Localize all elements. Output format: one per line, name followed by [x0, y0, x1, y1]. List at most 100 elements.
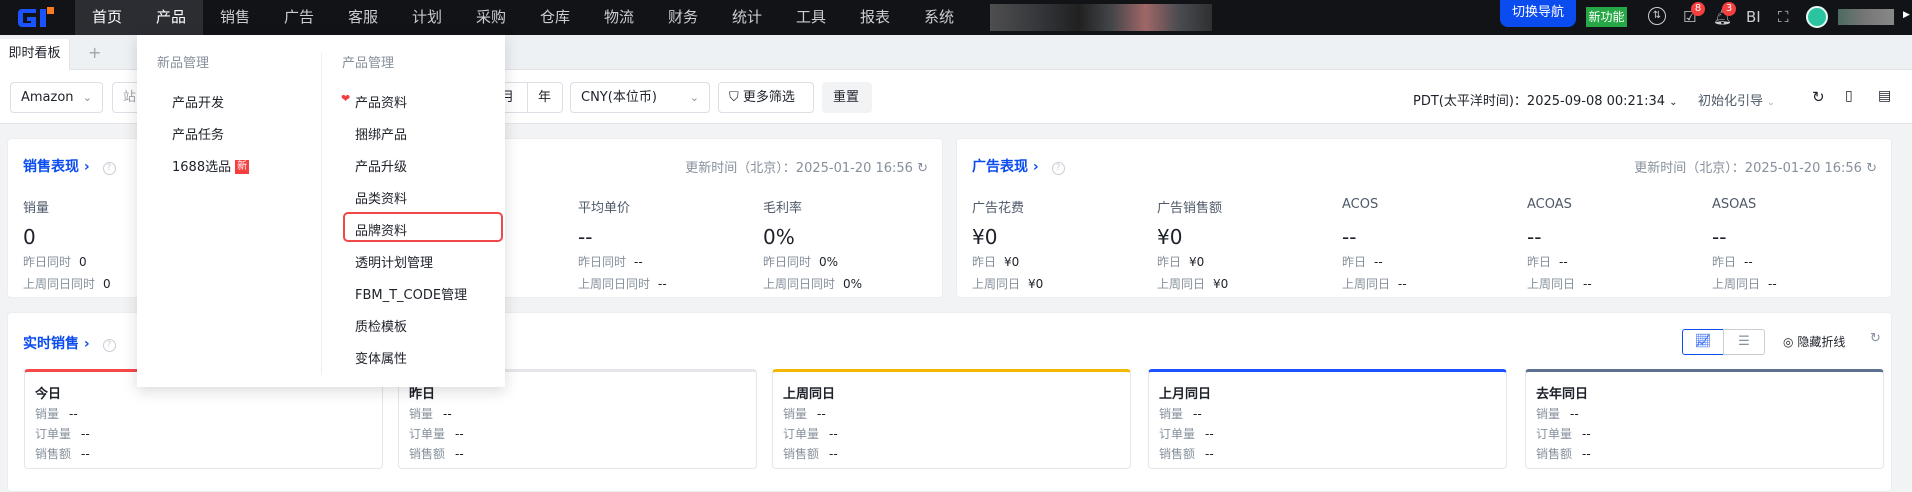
period-year-button[interactable]: 年 — [527, 82, 563, 113]
menu-item[interactable]: FBM_T_CODE管理 — [355, 284, 467, 303]
nav-item[interactable]: 财务 — [651, 0, 715, 35]
compare-value: -- — [1768, 277, 1777, 291]
layout-icon[interactable]: ▤ — [1878, 88, 1891, 104]
chevron-down-icon: ⌄ — [689, 91, 699, 104]
menu-item[interactable]: 变体属性 — [355, 348, 407, 367]
metric-compare-2: 上周同日 ¥0 — [972, 275, 1152, 295]
metric-value: ¥0 — [972, 225, 998, 249]
realtime-sales-title[interactable]: 实时销售 › ? — [23, 333, 116, 353]
menu-item[interactable]: 透明计划管理 — [355, 252, 433, 271]
subcard-row: 订单量 -- — [409, 425, 464, 442]
subcard-title: 今日 — [35, 387, 62, 402]
metric-compare-1: 昨日 -- — [1712, 253, 1892, 273]
sales-performance-title[interactable]: 销售表现 › ? — [23, 156, 116, 176]
menu-item[interactable]: 产品开发 — [172, 92, 224, 111]
subcard-row: 销售额 -- — [35, 445, 90, 462]
menu-item[interactable]: 捆绑产品 — [355, 124, 407, 143]
subcard-row: 销售额 -- — [1536, 445, 1591, 462]
subcard-row: 销售额 -- — [1159, 445, 1214, 462]
nav-item[interactable]: 计划 — [395, 0, 459, 35]
row-value: -- — [817, 407, 826, 421]
platform-select[interactable]: Amazon ⌄ — [10, 82, 103, 113]
nav-item[interactable]: 仓库 — [523, 0, 587, 35]
menu-item-label: 产品资料 — [355, 96, 408, 111]
nav-item[interactable]: 报表 — [843, 0, 907, 35]
currency-select[interactable]: CNY(本位币) ⌄ — [570, 82, 710, 113]
metric-compare-1: 昨日 ¥0 — [972, 253, 1152, 273]
row-value: -- — [455, 447, 464, 461]
help-icon[interactable]: ? — [102, 162, 116, 175]
line-chart-view-button[interactable]: 📈︎ — [1682, 329, 1724, 355]
nav-item[interactable]: 工具 — [779, 0, 843, 35]
menu-item[interactable]: 质检模板 — [355, 316, 407, 335]
compare-value: ¥0 — [1028, 277, 1044, 291]
bi-button[interactable]: BI — [1746, 8, 1761, 26]
metric: 平均单价 -- 昨日同时 -- 上周同日同时 -- — [578, 197, 758, 295]
more-filters-button[interactable]: ⛉ 更多筛选 — [718, 82, 814, 113]
nav-item[interactable]: 采购 — [459, 0, 523, 35]
heart-icon: ❤ — [341, 92, 351, 105]
compare-value: 0% — [843, 277, 863, 291]
compare-label: 上周同日 — [1527, 277, 1576, 291]
compare-label: 上周同日 — [972, 277, 1021, 291]
row-label: 订单量 — [783, 427, 820, 441]
guide-select[interactable]: 初始化引导 ⌄ — [1698, 90, 1775, 109]
list-view-button[interactable]: ☰ — [1723, 329, 1765, 355]
menu-item[interactable]: 品类资料 — [355, 188, 407, 207]
nav-item[interactable]: 广告 — [267, 0, 331, 35]
nav-item[interactable]: 产品 — [139, 0, 203, 35]
task-badge: 8 — [1691, 2, 1705, 16]
compare-label: 昨日 — [1342, 255, 1367, 269]
menu-item[interactable]: 产品升级 — [355, 156, 407, 175]
row-label: 订单量 — [1159, 427, 1196, 441]
refresh-icon[interactable]: ↻ — [1812, 88, 1825, 106]
logo[interactable] — [14, 5, 64, 31]
add-tab-button[interactable]: + — [88, 43, 101, 62]
nav-item[interactable]: 物流 — [587, 0, 651, 35]
nav-item[interactable]: 统计 — [715, 0, 779, 35]
nav-item[interactable]: 系统 — [907, 0, 971, 35]
new-feature-button[interactable]: 新功能 — [1586, 7, 1627, 27]
compare-label: 上周同日同时 — [578, 277, 651, 291]
nav-item[interactable]: 首页 — [75, 0, 139, 35]
menu-item[interactable]: 1688选品新 — [172, 156, 250, 175]
refresh-icon[interactable]: ↻ — [917, 161, 928, 176]
compare-value: 0% — [819, 255, 839, 269]
update-time-text: 更新时间（北京）：2025-01-20 16:56 — [1634, 161, 1862, 176]
tab-realtime-board[interactable]: 即时看板 — [0, 39, 70, 71]
eye-icon: ◎ — [1783, 335, 1794, 349]
switch-nav-button[interactable]: 切换导航 — [1500, 0, 1576, 27]
refresh-icon[interactable]: ↻ — [1870, 331, 1881, 346]
menu-item[interactable]: ❤ 产品资料 — [341, 92, 408, 111]
row-label: 销售额 — [409, 447, 446, 461]
nav-item[interactable]: 客服 — [331, 0, 395, 35]
row-label: 订单量 — [1536, 427, 1573, 441]
avatar[interactable] — [1806, 6, 1828, 28]
book-icon[interactable]: ▯ — [1845, 88, 1853, 104]
metric-compare-1: 昨日 ¥0 — [1157, 253, 1337, 273]
caret-right-icon[interactable]: ▶ — [1903, 10, 1910, 20]
help-icon[interactable]: ? — [102, 339, 116, 352]
menu-item-label: 产品升级 — [355, 160, 408, 175]
hide-line-toggle[interactable]: ◎ 隐藏折线 — [1783, 333, 1845, 350]
fullscreen-icon[interactable]: ⛶ — [1778, 8, 1789, 26]
highlight-box — [343, 212, 503, 242]
compare-label: 昨日 — [1527, 255, 1552, 269]
metric-value: 0% — [763, 225, 795, 249]
metric-label: 广告花费 — [972, 201, 1025, 216]
help-icon[interactable]: ? — [1051, 162, 1065, 175]
compare-label: 昨日 — [1712, 255, 1737, 269]
compare-value: 0 — [79, 255, 87, 269]
row-value: -- — [1205, 427, 1214, 441]
sync-icon[interactable]: ⇅ — [1648, 7, 1666, 25]
row-value: -- — [1205, 447, 1214, 461]
nav-item[interactable]: 销售 — [203, 0, 267, 35]
timezone-select[interactable]: PDT(太平洋时间)：2025-09-08 00:21:34 ⌄ — [1413, 90, 1678, 109]
ad-performance-title[interactable]: 广告表现 › ? — [972, 156, 1065, 176]
row-label: 订单量 — [35, 427, 72, 441]
metric-compare-1: 昨日同时 0% — [763, 253, 943, 273]
menu-item[interactable]: 产品任务 — [172, 124, 224, 143]
reset-button[interactable]: 重置 — [822, 82, 872, 113]
refresh-icon[interactable]: ↻ — [1866, 161, 1877, 176]
username-blurred[interactable] — [1838, 9, 1894, 25]
